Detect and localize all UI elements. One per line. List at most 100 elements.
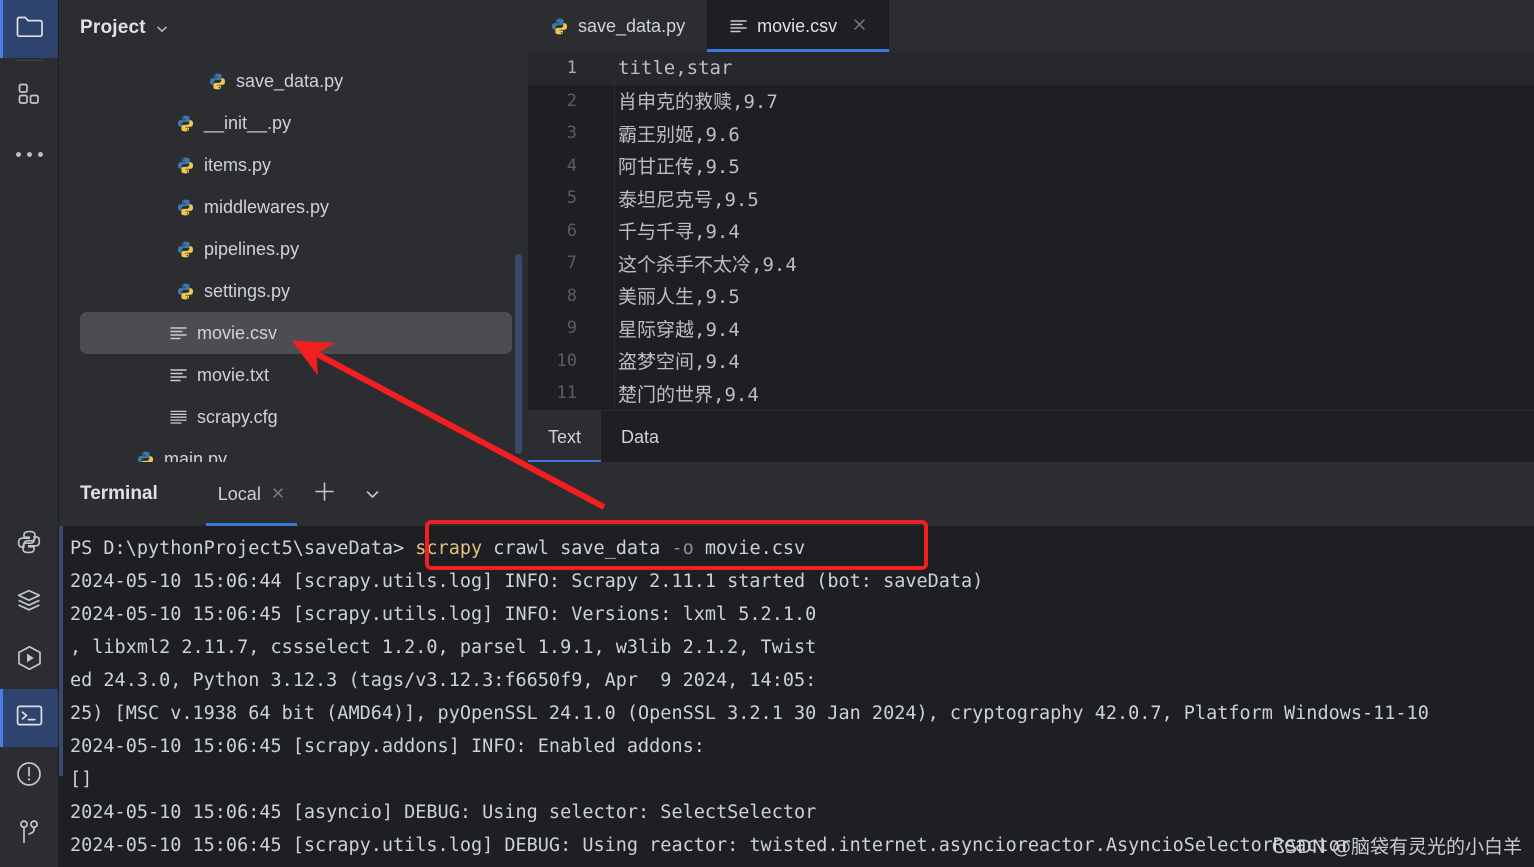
line-number: 11 bbox=[556, 383, 577, 404]
editor-bottom-tab-bar: Text Data bbox=[528, 410, 1534, 462]
rail-button-problems[interactable] bbox=[0, 747, 58, 805]
terminal-output-line: 2024-05-10 15:06:45 [scrapy.utils.log] D… bbox=[70, 835, 1351, 856]
tree-item-movie-csv[interactable]: movie.csv bbox=[80, 312, 512, 354]
editor-tab-movie-csv[interactable]: movie.csv bbox=[707, 0, 890, 52]
terminal-session-label: Local bbox=[217, 483, 261, 504]
project-file-tree[interactable]: save_data.py __init__.py items.py middle… bbox=[58, 56, 528, 462]
code-line: 10 盗梦空间,9.4 bbox=[528, 345, 1534, 378]
chevron-down-icon[interactable] bbox=[156, 22, 168, 34]
rail-top-group bbox=[0, 0, 58, 183]
terminal-output-line: ed 24.3.0, Python 3.12.3 (tags/v3.12.3:f… bbox=[70, 670, 817, 691]
rail-button-run[interactable] bbox=[0, 631, 58, 689]
line-content: 星际穿越,9.4 bbox=[618, 318, 740, 341]
rail-button-services[interactable] bbox=[0, 573, 58, 631]
code-line: 4 阿甘正传,9.5 bbox=[528, 150, 1534, 183]
layers-icon bbox=[16, 588, 42, 617]
terminal-title: Terminal bbox=[80, 483, 158, 504]
tree-item-label: pipelines.py bbox=[204, 238, 300, 259]
tab-data[interactable]: Data bbox=[601, 411, 679, 462]
code-line: 3 霸王别姬,9.6 bbox=[528, 117, 1534, 150]
python-file-icon bbox=[176, 282, 195, 301]
terminal-output-line: 2024-05-10 15:06:45 [scrapy.addons] INFO… bbox=[70, 736, 705, 757]
tree-item-middlewares-py[interactable]: middlewares.py bbox=[58, 186, 528, 228]
line-number: 1 bbox=[566, 58, 577, 79]
line-content: 盗梦空间,9.4 bbox=[618, 351, 740, 374]
rail-button-structure[interactable] bbox=[0, 67, 58, 125]
line-content: 这个杀手不太冷,9.4 bbox=[618, 253, 797, 276]
ide-window: Project save_data.py __init__.py items.p… bbox=[0, 0, 1534, 867]
rail-divider bbox=[16, 60, 42, 61]
project-tree-scrollbar[interactable] bbox=[515, 254, 522, 454]
code-line: 1 title,star bbox=[528, 52, 1534, 85]
line-number: 5 bbox=[566, 188, 577, 209]
rail-bottom-group bbox=[0, 515, 58, 867]
line-number: 8 bbox=[566, 285, 577, 306]
rail-button-version-control[interactable] bbox=[0, 805, 58, 863]
editor-tab-label: save_data.py bbox=[578, 15, 686, 36]
close-icon[interactable] bbox=[852, 17, 867, 36]
shell-prompt: PS D:\pythonProject5\saveData> bbox=[70, 538, 405, 559]
close-icon[interactable] bbox=[271, 484, 285, 505]
tree-item-scrapy-cfg[interactable]: scrapy.cfg bbox=[58, 396, 528, 438]
tree-item-label: main.py bbox=[164, 448, 228, 463]
more-dots-icon bbox=[15, 151, 43, 157]
command-target: movie.csv bbox=[693, 538, 806, 559]
line-content: 楚门的世界,9.4 bbox=[618, 383, 759, 406]
line-content: 霸王别姬,9.6 bbox=[618, 123, 740, 146]
editor-tab-bar: save_data.py movie.csv bbox=[528, 0, 1534, 52]
python-file-icon bbox=[176, 198, 195, 217]
line-content: 美丽人生,9.5 bbox=[618, 286, 740, 309]
terminal-output-line: 2024-05-10 15:06:44 [scrapy.utils.log] I… bbox=[70, 571, 984, 592]
warning-circle-icon bbox=[16, 761, 42, 792]
terminal-icon bbox=[16, 704, 43, 732]
left-tool-rail bbox=[0, 0, 59, 867]
python-file-icon bbox=[136, 450, 155, 462]
editor-tab-label: movie.csv bbox=[757, 15, 838, 36]
structure-icon bbox=[17, 82, 41, 111]
code-line: 9 星际穿越,9.4 bbox=[528, 312, 1534, 345]
chevron-down-icon[interactable] bbox=[352, 486, 393, 503]
terminal-session-tab-local[interactable]: Local bbox=[205, 462, 297, 526]
line-number: 7 bbox=[566, 253, 577, 274]
tree-item-main-py[interactable]: main.py bbox=[58, 438, 528, 462]
tree-item-settings-py[interactable]: settings.py bbox=[58, 270, 528, 312]
command-flag: -o bbox=[671, 538, 694, 559]
tree-item-label: save_data.py bbox=[236, 70, 344, 91]
line-content: title,star bbox=[618, 57, 733, 80]
terminal-output[interactable]: PS D:\pythonProject5\saveData> scrapy cr… bbox=[58, 526, 1534, 862]
terminal-header: Terminal Local bbox=[58, 462, 1534, 526]
rail-button-more[interactable] bbox=[0, 125, 58, 183]
rail-button-project[interactable] bbox=[0, 0, 58, 58]
line-number: 6 bbox=[566, 220, 577, 241]
tab-text[interactable]: Text bbox=[528, 411, 602, 462]
terminal-tool-window: Terminal Local PS D:\pythonProject5\save… bbox=[58, 462, 1534, 867]
rail-button-python-console[interactable] bbox=[0, 515, 58, 573]
line-number: 2 bbox=[566, 90, 577, 111]
tree-item-init-py[interactable]: __init__.py bbox=[58, 102, 528, 144]
project-panel-header: Project bbox=[58, 0, 528, 56]
tree-item-label: middlewares.py bbox=[204, 196, 330, 217]
tree-item-label: scrapy.cfg bbox=[197, 406, 278, 427]
command-program: scrapy bbox=[415, 538, 483, 559]
tab-label: Data bbox=[621, 426, 660, 447]
line-content: 阿甘正传,9.5 bbox=[618, 156, 740, 179]
tree-item-label: __init__.py bbox=[204, 112, 292, 133]
plus-icon[interactable] bbox=[297, 480, 352, 508]
python-file-icon bbox=[176, 240, 195, 259]
text-file-icon bbox=[169, 325, 188, 341]
tree-item-movie-txt[interactable]: movie.txt bbox=[58, 354, 528, 396]
text-file-icon bbox=[169, 367, 188, 383]
terminal-output-line: 25) [MSC v.1938 64 bit (AMD64)], pyOpenS… bbox=[70, 703, 1429, 724]
rail-button-terminal[interactable] bbox=[0, 689, 58, 747]
tree-item-save-data-py[interactable]: save_data.py bbox=[58, 60, 528, 102]
tree-item-items-py[interactable]: items.py bbox=[58, 144, 528, 186]
python-file-icon bbox=[550, 17, 569, 36]
code-line: 11 楚门的世界,9.4 bbox=[528, 377, 1534, 410]
tree-item-pipelines-py[interactable]: pipelines.py bbox=[58, 228, 528, 270]
line-content: 肖申克的救赎,9.7 bbox=[618, 91, 778, 114]
line-content: 泰坦尼克号,9.5 bbox=[618, 188, 759, 211]
line-number: 3 bbox=[566, 123, 577, 144]
code-viewer[interactable]: 1 title,star 2 肖申克的救赎,9.7 3 霸王别姬,9.6 4 阿… bbox=[528, 52, 1534, 410]
python-icon bbox=[16, 529, 42, 560]
editor-tab-save-data-py[interactable]: save_data.py bbox=[528, 0, 707, 52]
